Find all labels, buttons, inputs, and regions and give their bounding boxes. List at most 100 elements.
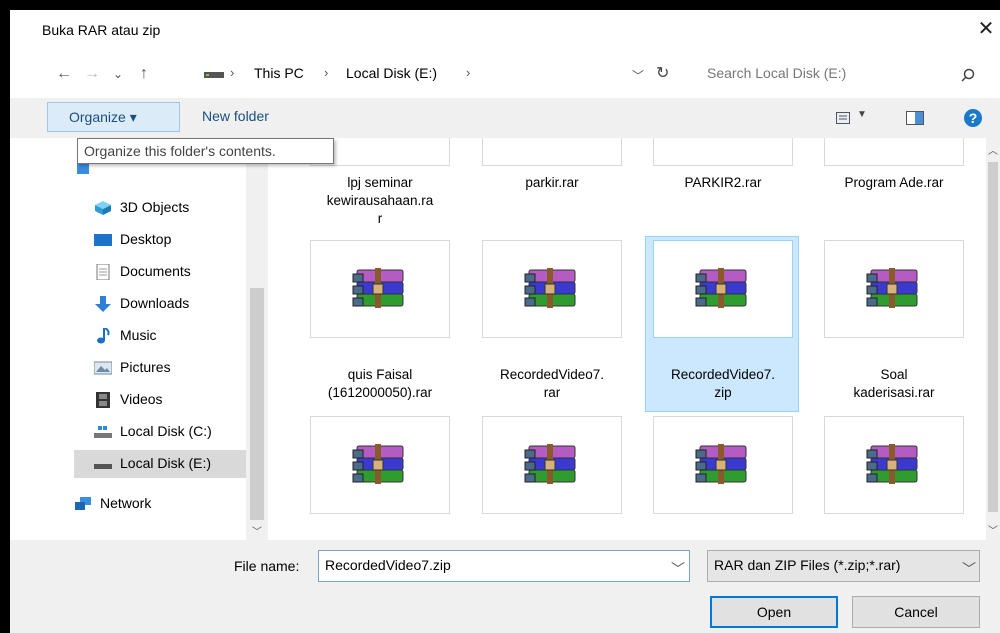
view-options-icon[interactable]: [836, 112, 850, 124]
file-thumbnail[interactable]: [824, 416, 964, 514]
scroll-up-chevron-icon[interactable]: ︿: [988, 142, 998, 157]
file-name-line: parkir.rar: [525, 175, 579, 190]
new-folder-button[interactable]: New folder: [202, 108, 269, 124]
file-type-chevron-icon[interactable]: ﹀: [962, 559, 976, 579]
file-name-line: lpj seminar: [347, 175, 413, 190]
file-type-value: RAR dan ZIP Files (*.zip;*.rar): [714, 557, 901, 573]
address-bar[interactable]: › This PC › Local Disk (E:) › ﹀ ↻: [200, 61, 690, 87]
nav-item-videos[interactable]: Videos: [74, 386, 246, 414]
refresh-icon[interactable]: ↻: [656, 63, 669, 83]
file-name-line: Program Ade.rar: [844, 175, 944, 190]
file-name-line: quis Faisal: [347, 367, 413, 382]
nav-item-label: Music: [120, 327, 157, 343]
file-thumbnail[interactable]: [824, 240, 964, 338]
nav-item-pictures[interactable]: Pictures: [74, 354, 246, 382]
breadcrumb-separator: ›: [230, 65, 235, 80]
nav-item-label: Local Disk (C:): [120, 423, 212, 439]
video-film-icon: [96, 392, 110, 408]
file-name-value: RecordedVideo7.zip: [325, 557, 451, 573]
breadcrumb-local-disk-e[interactable]: Local Disk (E:): [346, 65, 437, 81]
file-name: Soal kaderisasi.rar: [824, 366, 964, 402]
nav-item-label: Pictures: [120, 359, 171, 375]
breadcrumb-separator: ›: [466, 65, 471, 80]
pictures-icon: [94, 361, 112, 375]
command-bar: Organize ▾ New folder ▼ ?: [10, 98, 1000, 138]
search-box[interactable]: Search Local Disk (E:): [705, 61, 983, 87]
file-thumbnail[interactable]: [653, 240, 793, 338]
file-type-select[interactable]: RAR dan ZIP Files (*.zip;*.rar) ﹀: [707, 550, 980, 582]
back-arrow-icon[interactable]: ←: [52, 61, 76, 87]
nav-item-desktop[interactable]: Desktop: [74, 226, 246, 254]
nav-item-local-disk-e[interactable]: Local Disk (E:): [74, 450, 246, 478]
music-note-icon: [97, 328, 110, 344]
forward-arrow-icon[interactable]: →: [80, 61, 104, 87]
close-icon[interactable]: ✕: [972, 14, 1000, 44]
search-icon[interactable]: [961, 68, 975, 82]
file-name-label: File name:: [234, 558, 300, 574]
file-list-scrollbar[interactable]: ︿ ﹀: [986, 138, 1000, 540]
nav-item-label: Videos: [120, 391, 163, 407]
address-dropdown-chevron-icon[interactable]: ﹀: [632, 67, 644, 84]
file-thumbnail[interactable]: [310, 240, 450, 338]
scrollbar-thumb[interactable]: [250, 288, 264, 520]
file-name-line: RecordedVideo7.: [670, 367, 776, 382]
file-thumbnail[interactable]: [310, 416, 450, 514]
organize-tooltip: Organize this folder's contents.: [77, 138, 334, 164]
file-name-input[interactable]: RecordedVideo7.zip ﹀: [318, 550, 690, 582]
scrollbar-thumb[interactable]: [988, 162, 998, 512]
file-thumbnail[interactable]: [824, 138, 964, 166]
up-arrow-icon[interactable]: ↑: [132, 61, 156, 87]
dialog-footer: File name: RecordedVideo7.zip ﹀ RAR dan …: [10, 540, 1000, 633]
network-icon: [75, 497, 91, 510]
file-name-line: r: [377, 211, 383, 226]
help-icon[interactable]: ?: [963, 108, 983, 128]
address-row: ← → ⌄ ↑ › This PC › Local Disk (E:) › ﹀ …: [10, 58, 1000, 90]
cancel-button[interactable]: Cancel: [852, 596, 980, 628]
file-name-line: RecordedVideo7.: [499, 367, 605, 382]
file-name-line: PARKIR2.rar: [684, 175, 762, 190]
file-name: RecordedVideo7. zip: [653, 366, 793, 402]
nav-item-network[interactable]: Network: [54, 490, 226, 518]
organize-label: Organize ▾: [69, 109, 137, 125]
file-name-dropdown-chevron-icon[interactable]: ﹀: [671, 559, 685, 579]
file-list: lpj seminar kewirausahaan.ra r parkir.rar PA…: [268, 138, 986, 540]
download-icon: [95, 296, 111, 312]
file-thumbnail[interactable]: [482, 416, 622, 514]
open-button[interactable]: Open: [710, 596, 838, 628]
file-name-line: kewirausahaan.ra: [326, 193, 434, 208]
desktop-icon: [94, 234, 112, 246]
breadcrumb-this-pc[interactable]: This PC: [254, 65, 304, 81]
drive-c-icon: [94, 426, 112, 438]
file-name-line: zip: [714, 385, 732, 400]
winrar-archive-icon: [866, 268, 918, 308]
nav-item-label: Network: [100, 495, 152, 511]
winrar-archive-icon: [866, 444, 918, 484]
file-name: quis Faisal (1612000050).rar: [310, 366, 450, 402]
navigation-scrollbar[interactable]: ﹀: [246, 138, 268, 540]
this-pc-icon: [77, 164, 89, 174]
file-name: RecordedVideo7. rar: [482, 366, 622, 402]
nav-item-music[interactable]: Music: [74, 322, 246, 350]
scroll-down-chevron-icon[interactable]: ﹀: [988, 522, 998, 537]
nav-item-documents[interactable]: Documents: [74, 258, 246, 286]
file-name-line: kaderisasi.rar: [853, 385, 935, 400]
recent-locations-chevron-icon[interactable]: ⌄: [106, 61, 130, 87]
scroll-down-chevron-icon[interactable]: ﹀: [252, 523, 262, 538]
view-dropdown-chevron-icon[interactable]: ▼: [857, 109, 867, 120]
nav-item-local-disk-c[interactable]: Local Disk (C:): [74, 418, 246, 446]
nav-item-downloads[interactable]: Downloads: [74, 290, 246, 318]
nav-item-label: Local Disk (E:): [120, 455, 212, 471]
winrar-archive-icon: [695, 444, 747, 484]
file-name: parkir.rar: [482, 174, 622, 192]
file-thumbnail[interactable]: [482, 240, 622, 338]
file-thumbnail[interactable]: [653, 138, 793, 166]
organize-button[interactable]: Organize ▾: [47, 102, 180, 132]
file-name: PARKIR2.rar: [653, 174, 793, 192]
file-thumbnail[interactable]: [653, 416, 793, 514]
nav-item-label: Downloads: [120, 295, 190, 311]
preview-pane-icon[interactable]: [906, 111, 924, 125]
nav-item-3d-objects[interactable]: 3D Objects: [74, 194, 246, 222]
search-placeholder: Search Local Disk (E:): [707, 65, 847, 81]
file-thumbnail[interactable]: [482, 138, 622, 166]
winrar-archive-icon: [524, 444, 576, 484]
